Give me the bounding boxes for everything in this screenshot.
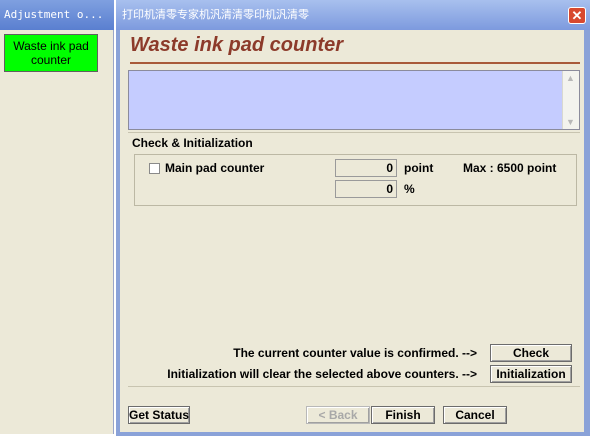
- percent-unit-label: %: [404, 182, 415, 196]
- left-nav-panel: Waste ink pad counter: [0, 30, 114, 434]
- title-bar: 打印机清零专家机汎清清零印机汎清零 ✕: [116, 0, 590, 30]
- main-window: 打印机清零专家机汎清清零印机汎清零 ✕ Waste ink pad counte…: [116, 0, 590, 436]
- main-pad-counter-checkbox[interactable]: [149, 163, 160, 174]
- finish-button[interactable]: Finish: [371, 406, 435, 424]
- back-button[interactable]: < Back: [306, 406, 370, 424]
- page-title: Waste ink pad counter: [130, 34, 344, 56]
- close-icon: ✕: [571, 8, 583, 23]
- counter-point-field: 0: [335, 159, 397, 177]
- point-unit-label: point: [404, 161, 434, 175]
- initialization-message: Initialization will clear the selected a…: [167, 367, 477, 381]
- main-pad-counter-label: Main pad counter: [165, 161, 265, 175]
- message-box[interactable]: ▲ ▼: [128, 70, 580, 130]
- scroll-down-icon[interactable]: ▼: [566, 117, 575, 127]
- nav-item-waste-ink-pad-counter[interactable]: Waste ink pad counter: [4, 34, 98, 72]
- counter-percent-field: 0: [335, 180, 397, 198]
- max-label: Max : 6500 point: [463, 161, 557, 175]
- counter-group: Main pad counter 0 point Max : 6500 poin…: [134, 154, 577, 206]
- close-button[interactable]: ✕: [568, 7, 586, 24]
- check-button[interactable]: Check: [490, 344, 572, 362]
- dialog-content: Waste ink pad counter ▲ ▼ Check & Initia…: [120, 30, 584, 432]
- divider: [128, 132, 580, 133]
- group-title: Check & Initialization: [132, 136, 253, 150]
- scroll-up-icon[interactable]: ▲: [566, 73, 575, 83]
- initialization-button[interactable]: Initialization: [490, 365, 572, 383]
- check-message: The current counter value is confirmed. …: [233, 346, 477, 360]
- cancel-button[interactable]: Cancel: [443, 406, 507, 424]
- left-window-title: Adjustment o...: [0, 0, 114, 30]
- footer-divider: [128, 386, 580, 387]
- get-status-button[interactable]: Get Status: [128, 406, 190, 424]
- title-underline: [130, 62, 580, 64]
- message-scrollbar[interactable]: ▲ ▼: [562, 71, 579, 129]
- window-title: 打印机清零专家机汎清清零印机汎清零: [122, 8, 309, 21]
